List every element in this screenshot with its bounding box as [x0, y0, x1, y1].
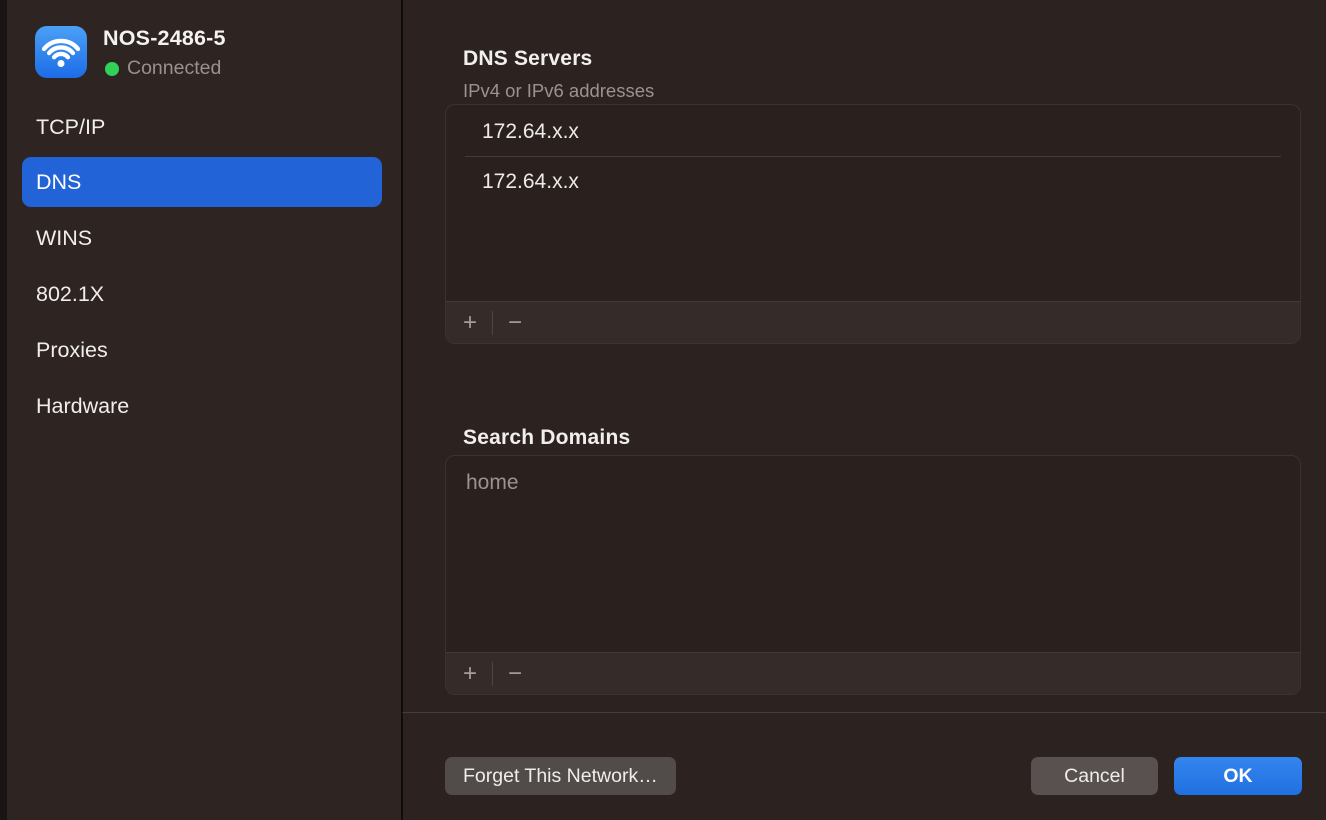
- sidebar-item-dns[interactable]: DNS: [22, 157, 382, 207]
- connection-status-label: Connected: [127, 57, 221, 80]
- add-dns-server-button[interactable]: +: [458, 308, 482, 338]
- sidebar-item-proxies[interactable]: Proxies: [22, 325, 382, 375]
- dns-server-row[interactable]: 172.64.x.x: [446, 157, 1300, 206]
- connection-status: Connected: [105, 57, 221, 80]
- sidebar-item-label: DNS: [36, 170, 81, 195]
- remove-dns-server-button[interactable]: −: [503, 308, 527, 338]
- sidebar-item-wins[interactable]: WINS: [22, 213, 382, 263]
- dns-servers-subtitle: IPv4 or IPv6 addresses: [463, 80, 654, 102]
- sidebar-item-label: WINS: [36, 226, 92, 251]
- dns-servers-list: 172.64.x.x 172.64.x.x + −: [445, 104, 1301, 344]
- sidebar-item-hardware[interactable]: Hardware: [22, 381, 382, 431]
- cancel-button[interactable]: Cancel: [1031, 757, 1158, 795]
- sidebar-item-label: Proxies: [36, 338, 108, 363]
- search-domains-title: Search Domains: [463, 426, 630, 450]
- search-domains-rows: home: [446, 456, 1300, 652]
- forget-network-button[interactable]: Forget This Network…: [445, 757, 676, 795]
- search-domain-row[interactable]: home: [446, 458, 1300, 507]
- remove-search-domain-button[interactable]: −: [503, 659, 527, 689]
- dns-server-row[interactable]: 172.64.x.x: [446, 107, 1300, 156]
- button-separator: [492, 311, 493, 335]
- dns-servers-title: DNS Servers: [463, 47, 592, 71]
- sidebar-item-8021x[interactable]: 802.1X: [22, 269, 382, 319]
- wifi-icon: [35, 26, 87, 78]
- dns-servers-list-footer: + −: [446, 301, 1300, 343]
- footer-divider: [402, 712, 1326, 713]
- connected-dot-icon: [105, 62, 119, 76]
- sidebar-item-label: 802.1X: [36, 282, 104, 307]
- search-domains-list-footer: + −: [446, 652, 1300, 694]
- search-domains-list: home + −: [445, 455, 1301, 695]
- sidebar-divider: [401, 0, 403, 820]
- sidebar-item-label: TCP/IP: [36, 115, 105, 140]
- sidebar-item-label: Hardware: [36, 394, 129, 419]
- button-separator: [492, 662, 493, 686]
- window-edge: [0, 0, 7, 820]
- sidebar: NOS-2486-5 Connected TCP/IP DNS WINS 802…: [7, 0, 401, 820]
- ok-button[interactable]: OK: [1174, 757, 1302, 795]
- add-search-domain-button[interactable]: +: [458, 659, 482, 689]
- sidebar-item-tcpip[interactable]: TCP/IP: [22, 102, 382, 152]
- network-name: NOS-2486-5: [103, 26, 226, 51]
- dns-servers-rows: 172.64.x.x 172.64.x.x: [446, 105, 1300, 301]
